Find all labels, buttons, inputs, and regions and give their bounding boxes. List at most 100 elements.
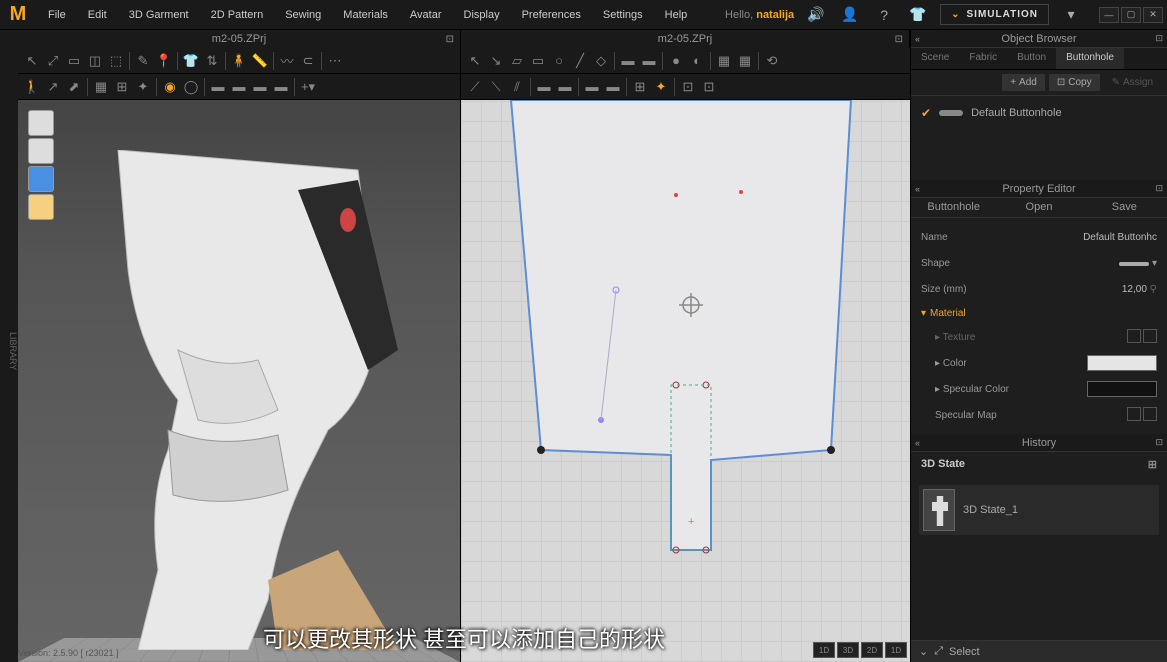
show-arrangement-toggle[interactable] bbox=[28, 166, 54, 192]
dart-tool[interactable]: ◇ bbox=[591, 51, 611, 71]
chevron-down-icon[interactable]: ⌄ bbox=[919, 645, 928, 658]
menu-3d-garment[interactable]: 3D Garment bbox=[119, 3, 199, 27]
circle-tool[interactable]: ○ bbox=[549, 51, 569, 71]
edit-point-tool[interactable]: ↘ bbox=[486, 51, 506, 71]
poly-tool[interactable]: ▱ bbox=[507, 51, 527, 71]
prop-tab-open[interactable]: Open bbox=[996, 198, 1081, 217]
specular-color-swatch[interactable] bbox=[1087, 381, 1157, 397]
trace-tool[interactable]: ◐ bbox=[687, 51, 707, 71]
assign-button[interactable]: ✎ Assign bbox=[1104, 74, 1161, 91]
mode-1d[interactable]: 1D bbox=[813, 642, 835, 658]
map-edit-button[interactable] bbox=[1127, 407, 1141, 421]
texture-tool[interactable]: ▦ bbox=[91, 77, 111, 97]
dropdown-icon[interactable]: ▾ bbox=[1059, 3, 1083, 27]
fill-tool[interactable]: ● bbox=[666, 51, 686, 71]
add-state-button[interactable]: ⊞ bbox=[1148, 458, 1157, 471]
pattern-piece[interactable]: + bbox=[481, 100, 901, 660]
button-tool[interactable]: ◉ bbox=[160, 77, 180, 97]
sync-tool[interactable]: ⟲ bbox=[762, 51, 782, 71]
texture-edit-button[interactable] bbox=[1127, 329, 1141, 343]
close-button[interactable]: ✕ bbox=[1143, 7, 1163, 23]
pin-tool[interactable]: 📍 bbox=[154, 51, 174, 71]
show-avatar-toggle[interactable] bbox=[28, 138, 54, 164]
nav-tool[interactable]: ↗ bbox=[43, 77, 63, 97]
expand-icon[interactable]: ⊡ bbox=[1155, 437, 1163, 448]
copy-tool[interactable]: ▦ bbox=[714, 51, 734, 71]
edit-sew-tool[interactable]: ▬ bbox=[534, 77, 554, 97]
collapse-icon[interactable]: « bbox=[915, 34, 920, 44]
expand-icon[interactable]: ⊡ bbox=[1155, 33, 1163, 44]
menu-avatar[interactable]: Avatar bbox=[400, 3, 452, 27]
tab-button[interactable]: Button bbox=[1007, 48, 1056, 69]
menu-materials[interactable]: Materials bbox=[333, 3, 398, 27]
options-tool[interactable]: ⋯ bbox=[325, 51, 345, 71]
particle-tool[interactable]: ✦ bbox=[133, 77, 153, 97]
tab-fabric[interactable]: Fabric bbox=[959, 48, 1007, 69]
maximize-button[interactable]: ▢ bbox=[1121, 7, 1141, 23]
select-rect-tool[interactable]: ▭ bbox=[64, 51, 84, 71]
simulation-button[interactable]: ⌄SIMULATION bbox=[940, 4, 1049, 25]
menu-help[interactable]: Help bbox=[655, 3, 698, 27]
pen-tool[interactable]: ✎ bbox=[133, 51, 153, 71]
expand-icon[interactable]: ⊡ bbox=[1155, 183, 1163, 194]
buttonhole-tool[interactable]: ◯ bbox=[181, 77, 201, 97]
size-input[interactable]: 12,00 bbox=[1122, 284, 1147, 295]
mode-3d[interactable]: 3D bbox=[837, 642, 859, 658]
pick-tool[interactable]: ⬈ bbox=[64, 77, 84, 97]
show-sew-tool[interactable]: ▬ bbox=[555, 77, 575, 97]
topstitch-tool[interactable]: ▬ bbox=[250, 77, 270, 97]
shirt-tool[interactable]: 👕 bbox=[181, 51, 201, 71]
tape-tool[interactable]: 📏 bbox=[250, 51, 270, 71]
collapse-icon[interactable]: « bbox=[915, 184, 920, 194]
menu-settings[interactable]: Settings bbox=[593, 3, 653, 27]
folder-tool[interactable]: ▬ bbox=[618, 51, 638, 71]
tab-3d-file[interactable]: m2-05.ZPrj⊡ bbox=[18, 30, 461, 48]
collapse-icon[interactable]: « bbox=[915, 438, 920, 448]
arrange-tool[interactable]: ⇅ bbox=[202, 51, 222, 71]
move-tool[interactable]: ⤢ bbox=[43, 51, 63, 71]
segment-sew-tool[interactable]: ⫽ bbox=[507, 77, 527, 97]
texture-clear-button[interactable] bbox=[1143, 329, 1157, 343]
curve-tool[interactable]: ⊂ bbox=[298, 51, 318, 71]
map-clear-button[interactable] bbox=[1143, 407, 1157, 421]
button-2d-tool[interactable]: ⊞ bbox=[630, 77, 650, 97]
link-icon[interactable]: ⚲ bbox=[1150, 284, 1157, 295]
prop-tab-save[interactable]: Save bbox=[1082, 198, 1167, 217]
name-input[interactable]: Default Buttonhc bbox=[1083, 232, 1157, 243]
zipper-tool[interactable]: ▬ bbox=[208, 77, 228, 97]
iron-tool[interactable]: ▬ bbox=[582, 77, 602, 97]
viewport-2d[interactable]: + bbox=[461, 100, 910, 662]
rect-tool[interactable]: ▭ bbox=[528, 51, 548, 71]
menu-file[interactable]: File bbox=[38, 3, 76, 27]
buttonhole-2d-tool[interactable]: ✦ bbox=[651, 77, 671, 97]
seam-tool[interactable]: 〰 bbox=[277, 51, 297, 71]
library-sidebar[interactable]: LIBRARY bbox=[0, 30, 18, 662]
cursor-2d-tool[interactable]: ↖ bbox=[465, 51, 485, 71]
show-garment-toggle[interactable] bbox=[28, 110, 54, 136]
menu-sewing[interactable]: Sewing bbox=[275, 3, 331, 27]
tab-scene[interactable]: Scene bbox=[911, 48, 959, 69]
stitch-tool[interactable]: ▬ bbox=[229, 77, 249, 97]
minimize-button[interactable]: — bbox=[1099, 7, 1119, 23]
copy-button[interactable]: ⊡ Copy bbox=[1049, 74, 1100, 91]
expand-all-icon[interactable]: ⤢ bbox=[934, 645, 943, 658]
mode-1d-2[interactable]: 1D bbox=[885, 642, 907, 658]
walk-tool[interactable]: 🚶 bbox=[22, 77, 42, 97]
help-icon[interactable]: ? bbox=[872, 3, 896, 27]
material-section[interactable]: ▾ Material bbox=[921, 302, 1157, 324]
user-icon[interactable]: 👤 bbox=[838, 3, 862, 27]
tab-close-icon[interactable]: ⊡ bbox=[446, 34, 454, 45]
piping-tool[interactable]: ▬ bbox=[271, 77, 291, 97]
align-tool[interactable]: ⊡ bbox=[678, 77, 698, 97]
menu-2d-pattern[interactable]: 2D Pattern bbox=[201, 3, 274, 27]
shape-dropdown[interactable]: ▾ bbox=[1119, 258, 1157, 269]
free-sew-tool[interactable]: ⟍ bbox=[486, 77, 506, 97]
notch-tool[interactable]: ▬ bbox=[639, 51, 659, 71]
lasso-tool[interactable]: ◫ bbox=[85, 51, 105, 71]
line-tool[interactable]: ╱ bbox=[570, 51, 590, 71]
sound-icon[interactable]: 🔊 bbox=[804, 3, 828, 27]
buttonhole-list-item[interactable]: ✔ Default Buttonhole bbox=[921, 106, 1157, 120]
menu-display[interactable]: Display bbox=[454, 3, 510, 27]
hanger-icon[interactable]: 👕 bbox=[906, 3, 930, 27]
viewport-3d[interactable] bbox=[18, 100, 461, 662]
